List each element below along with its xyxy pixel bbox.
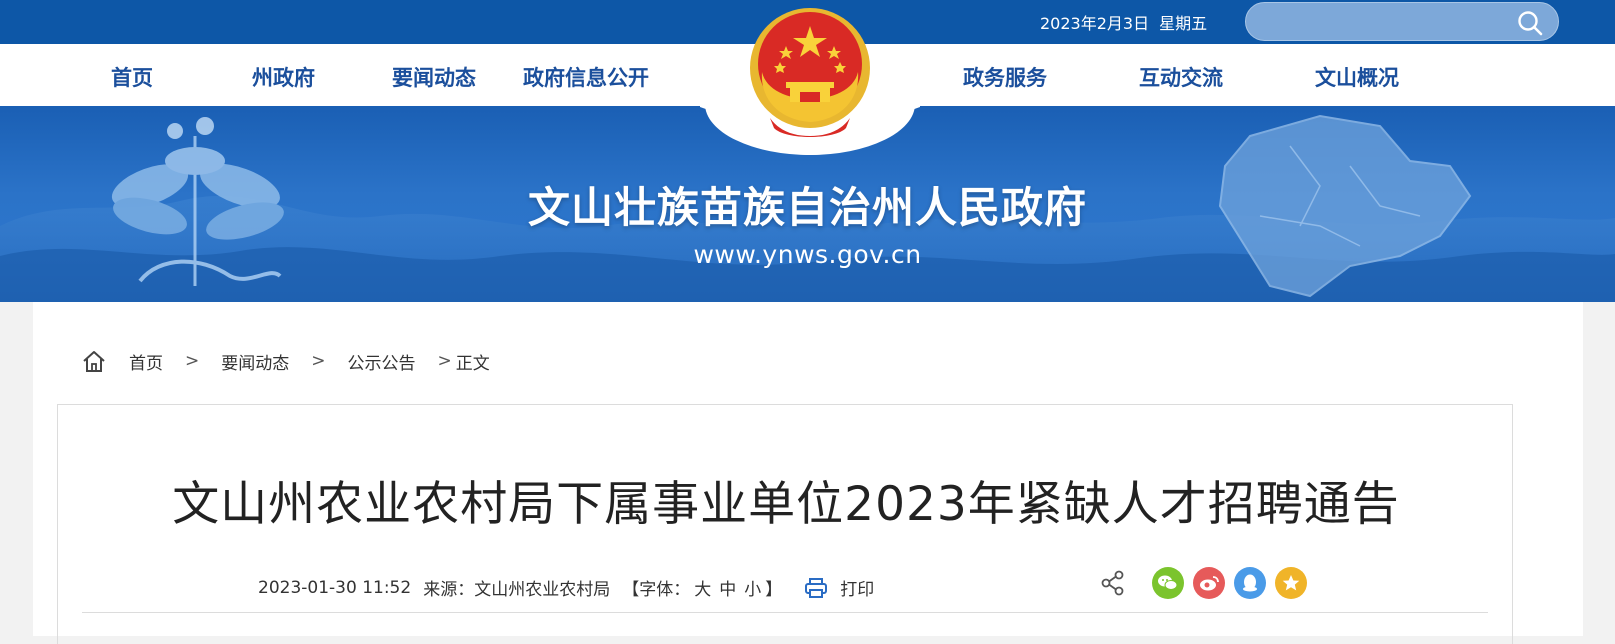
font-size-control: 【字体：大中小】 [622,575,782,600]
font-size-label: 【字体： [622,580,691,600]
print-button[interactable]: 打印 [804,575,874,600]
banner-title: 文山壮族苗族自治州人民政府 [527,183,1087,232]
meta-divider [82,612,1488,613]
publish-datetime: 2023-01-30 11:52 [258,577,412,598]
print-label: 打印 [840,580,875,600]
wechat-icon[interactable] [1152,567,1184,599]
breadcrumb-news[interactable]: 要闻动态 [221,349,289,374]
nav-item-services[interactable]: 政务服务 [963,62,1047,92]
share-icon[interactable] [1098,568,1128,598]
article-box: 文山州农业农村局下属事业单位2023年紧缺人才招聘通告 2023-01-30 1… [57,404,1513,644]
breadcrumb-home[interactable]: 首页 [129,349,163,374]
nav-item-home[interactable]: 首页 [111,62,153,92]
article-title: 文山州农业农村局下属事业单位2023年紧缺人才招聘通告 [172,477,1400,532]
source-name: 文山州农业农村局 [474,580,611,600]
banner-url: www.ynws.gov.cn [693,240,922,269]
search-input[interactable] [1262,10,1512,34]
nav-item-news[interactable]: 要闻动态 [392,62,476,92]
source-label: 来源： [423,580,475,600]
font-size-medium[interactable]: 中 [719,580,736,600]
font-size-close: 】 [765,580,783,600]
date-display: 2023年2月3日 星期五 [1040,10,1207,34]
date-text: 2023年2月3日 [1040,14,1150,33]
breadcrumb: 首页 > 要闻动态 > 公示公告 > 正文 [81,346,490,376]
qq-icon[interactable] [1234,567,1266,599]
article-meta: 2023-01-30 11:52 来源： 文山州农业农村局 【字体：大中小】 打… [258,575,874,600]
breadcrumb-separator: > [185,351,200,371]
search-box[interactable] [1245,2,1559,41]
home-icon[interactable] [81,348,107,374]
font-size-small[interactable]: 小 [744,580,761,600]
emblem-container [680,0,940,160]
breadcrumb-separator: > [311,351,326,371]
weekday-text: 星期五 [1159,14,1208,33]
breadcrumb-current: 正文 [455,353,490,374]
breadcrumb-separator: > [437,351,452,371]
nav-item-government[interactable]: 州政府 [252,62,315,92]
favorite-icon[interactable] [1275,567,1307,599]
breadcrumb-announcements[interactable]: 公示公告 [348,349,416,374]
search-icon[interactable] [1516,9,1544,37]
font-size-large[interactable]: 大 [694,580,711,600]
nav-item-info-disclosure[interactable]: 政府信息公开 [523,62,649,92]
printer-icon [805,577,828,598]
nav-item-overview[interactable]: 文山概况 [1315,62,1399,92]
weibo-icon[interactable] [1193,567,1225,599]
content-panel: 首页 > 要闻动态 > 公示公告 > 正文 文山州农业农村局下属事业单位2023… [33,302,1583,644]
nav-item-interaction[interactable]: 互动交流 [1139,62,1223,92]
share-bar [1098,567,1316,599]
